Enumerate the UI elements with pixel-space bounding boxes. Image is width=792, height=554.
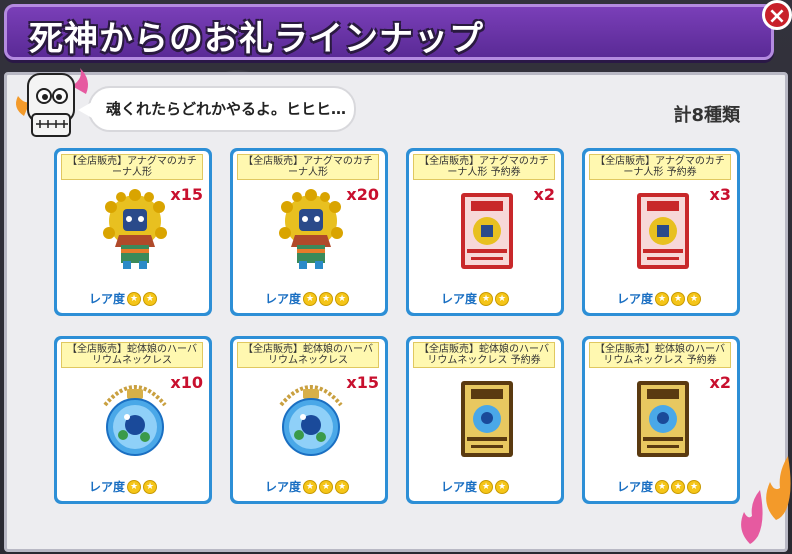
item-card[interactable]: 【全店販売】アナグマのカチーナ人形 x20 レア度 ★ ★ ★: [230, 148, 388, 316]
speech-bubble: 魂くれたらどれかやるよ。ヒヒヒ…: [78, 86, 356, 132]
item-name: 【全店販売】アナグマのカチーナ人形 予約券: [589, 154, 731, 180]
item-card-body: 【全店販売】蛇体娘のハーバリウムネックレス x15 レア度 ★ ★ ★: [233, 339, 385, 501]
rarity-row: レア度 ★ ★ ★: [617, 478, 702, 495]
item-quantity: x15: [346, 373, 379, 392]
star-icon: ★: [127, 291, 142, 306]
star-icon: ★: [495, 479, 510, 494]
rarity-label: レア度: [617, 480, 654, 494]
star-icon: ★: [335, 291, 350, 306]
star-icon: ★: [319, 291, 334, 306]
star-icon: ★: [319, 479, 334, 494]
item-card-body: 【全店販売】蛇体娘のハーバリウムネックレス 予約券 x2 レア度 ★ ★ ★: [585, 339, 737, 501]
star-icon: ★: [671, 291, 686, 306]
item-card[interactable]: 【全店販売】アナグマのカチーナ人形 予約券 x3 レア度 ★ ★ ★: [582, 148, 740, 316]
item-card-body: 【全店販売】アナグマのカチーナ人形 x15 レア度 ★ ★: [57, 151, 209, 313]
rarity-row: レア度 ★ ★: [89, 478, 158, 495]
star-icon: ★: [687, 479, 702, 494]
item-card-body: 【全店販売】蛇体娘のハーバリウムネックレス 予約券 レア度 ★ ★: [409, 339, 561, 501]
star-icon: ★: [479, 291, 494, 306]
rarity-label: レア度: [89, 292, 126, 306]
rarity-label: レア度: [617, 292, 654, 306]
item-name: 【全店販売】蛇体娘のハーバリウムネックレス: [237, 342, 379, 368]
rarity-row: レア度 ★ ★ ★: [265, 290, 350, 307]
item-name: 【全店販売】蛇体娘のハーバリウムネックレス 予約券: [413, 342, 555, 368]
header-bar: 死神からのお礼ラインナップ: [4, 4, 774, 60]
item-quantity: x15: [170, 185, 203, 204]
item-card-body: 【全店販売】アナグマのカチーナ人形 予約券 x3 レア度 ★ ★ ★: [585, 151, 737, 313]
rarity-label: レア度: [441, 292, 478, 306]
star-icon: ★: [655, 479, 670, 494]
item-card[interactable]: 【全店販売】蛇体娘のハーバリウムネックレス 予約券 x2 レア度 ★ ★ ★: [582, 336, 740, 504]
item-name: 【全店販売】蛇体娘のハーバリウムネックレス: [61, 342, 203, 368]
item-card[interactable]: 【全店販売】蛇体娘のハーバリウムネックレス x15 レア度 ★ ★ ★: [230, 336, 388, 504]
star-icon: ★: [127, 479, 142, 494]
item-name: 【全店販売】アナグマのカチーナ人形: [61, 154, 203, 180]
item-name: 【全店販売】アナグマのカチーナ人形 予約券: [413, 154, 555, 180]
item-quantity: x2: [709, 373, 731, 392]
item-name: 【全店販売】アナグマのカチーナ人形: [237, 154, 379, 180]
rarity-row: レア度 ★ ★ ★: [617, 290, 702, 307]
page-title: 死神からのお礼ラインナップ: [29, 19, 484, 59]
rarity-row: レア度 ★ ★: [441, 290, 510, 307]
item-card[interactable]: 【全店販売】アナグマのカチーナ人形 予約券 x2 レア度 ★ ★: [406, 148, 564, 316]
star-icon: ★: [143, 291, 158, 306]
item-card[interactable]: 【全店販売】蛇体娘のハーバリウムネックレス x10 レア度 ★ ★: [54, 336, 212, 504]
star-icon: ★: [479, 479, 494, 494]
star-icon: ★: [671, 479, 686, 494]
gold-ticket-icon: [625, 375, 701, 461]
herbarium-necklace-icon: [97, 375, 173, 461]
item-card[interactable]: 【全店販売】アナグマのカチーナ人形 x15 レア度 ★ ★: [54, 148, 212, 316]
item-name: 【全店販売】蛇体娘のハーバリウムネックレス 予約券: [589, 342, 731, 368]
rarity-row: レア度 ★ ★: [441, 478, 510, 495]
item-card-body: 【全店販売】アナグマのカチーナ人形 予約券 x2 レア度 ★ ★: [409, 151, 561, 313]
item-quantity: x2: [533, 185, 555, 204]
close-button[interactable]: ×: [762, 0, 792, 30]
star-icon: ★: [303, 479, 318, 494]
rarity-label: レア度: [265, 480, 302, 494]
item-card-body: 【全店販売】蛇体娘のハーバリウムネックレス x10 レア度 ★ ★: [57, 339, 209, 501]
kachina-doll-icon: [97, 187, 173, 273]
kachina-doll-icon: [273, 187, 349, 273]
herbarium-necklace-icon: [273, 375, 349, 461]
item-quantity: x3: [709, 185, 731, 204]
star-icon: ★: [495, 291, 510, 306]
rarity-row: レア度 ★ ★ ★: [265, 478, 350, 495]
red-ticket-icon: [625, 187, 701, 273]
item-card-body: 【全店販売】アナグマのカチーナ人形 x20 レア度 ★ ★ ★: [233, 151, 385, 313]
item-quantity: x20: [346, 185, 379, 204]
rarity-row: レア度 ★ ★: [89, 290, 158, 307]
red-ticket-icon: [449, 187, 525, 273]
item-card[interactable]: 【全店販売】蛇体娘のハーバリウムネックレス 予約券 レア度 ★ ★: [406, 336, 564, 504]
rarity-label: レア度: [265, 292, 302, 306]
star-icon: ★: [335, 479, 350, 494]
item-quantity: x10: [170, 373, 203, 392]
star-icon: ★: [143, 479, 158, 494]
rarity-label: レア度: [441, 480, 478, 494]
star-icon: ★: [303, 291, 318, 306]
star-icon: ★: [655, 291, 670, 306]
star-icon: ★: [687, 291, 702, 306]
total-count: 計8種類: [673, 105, 740, 126]
rarity-label: レア度: [89, 480, 126, 494]
flame-pink-icon: [741, 490, 763, 544]
gold-ticket-icon: [449, 375, 525, 461]
